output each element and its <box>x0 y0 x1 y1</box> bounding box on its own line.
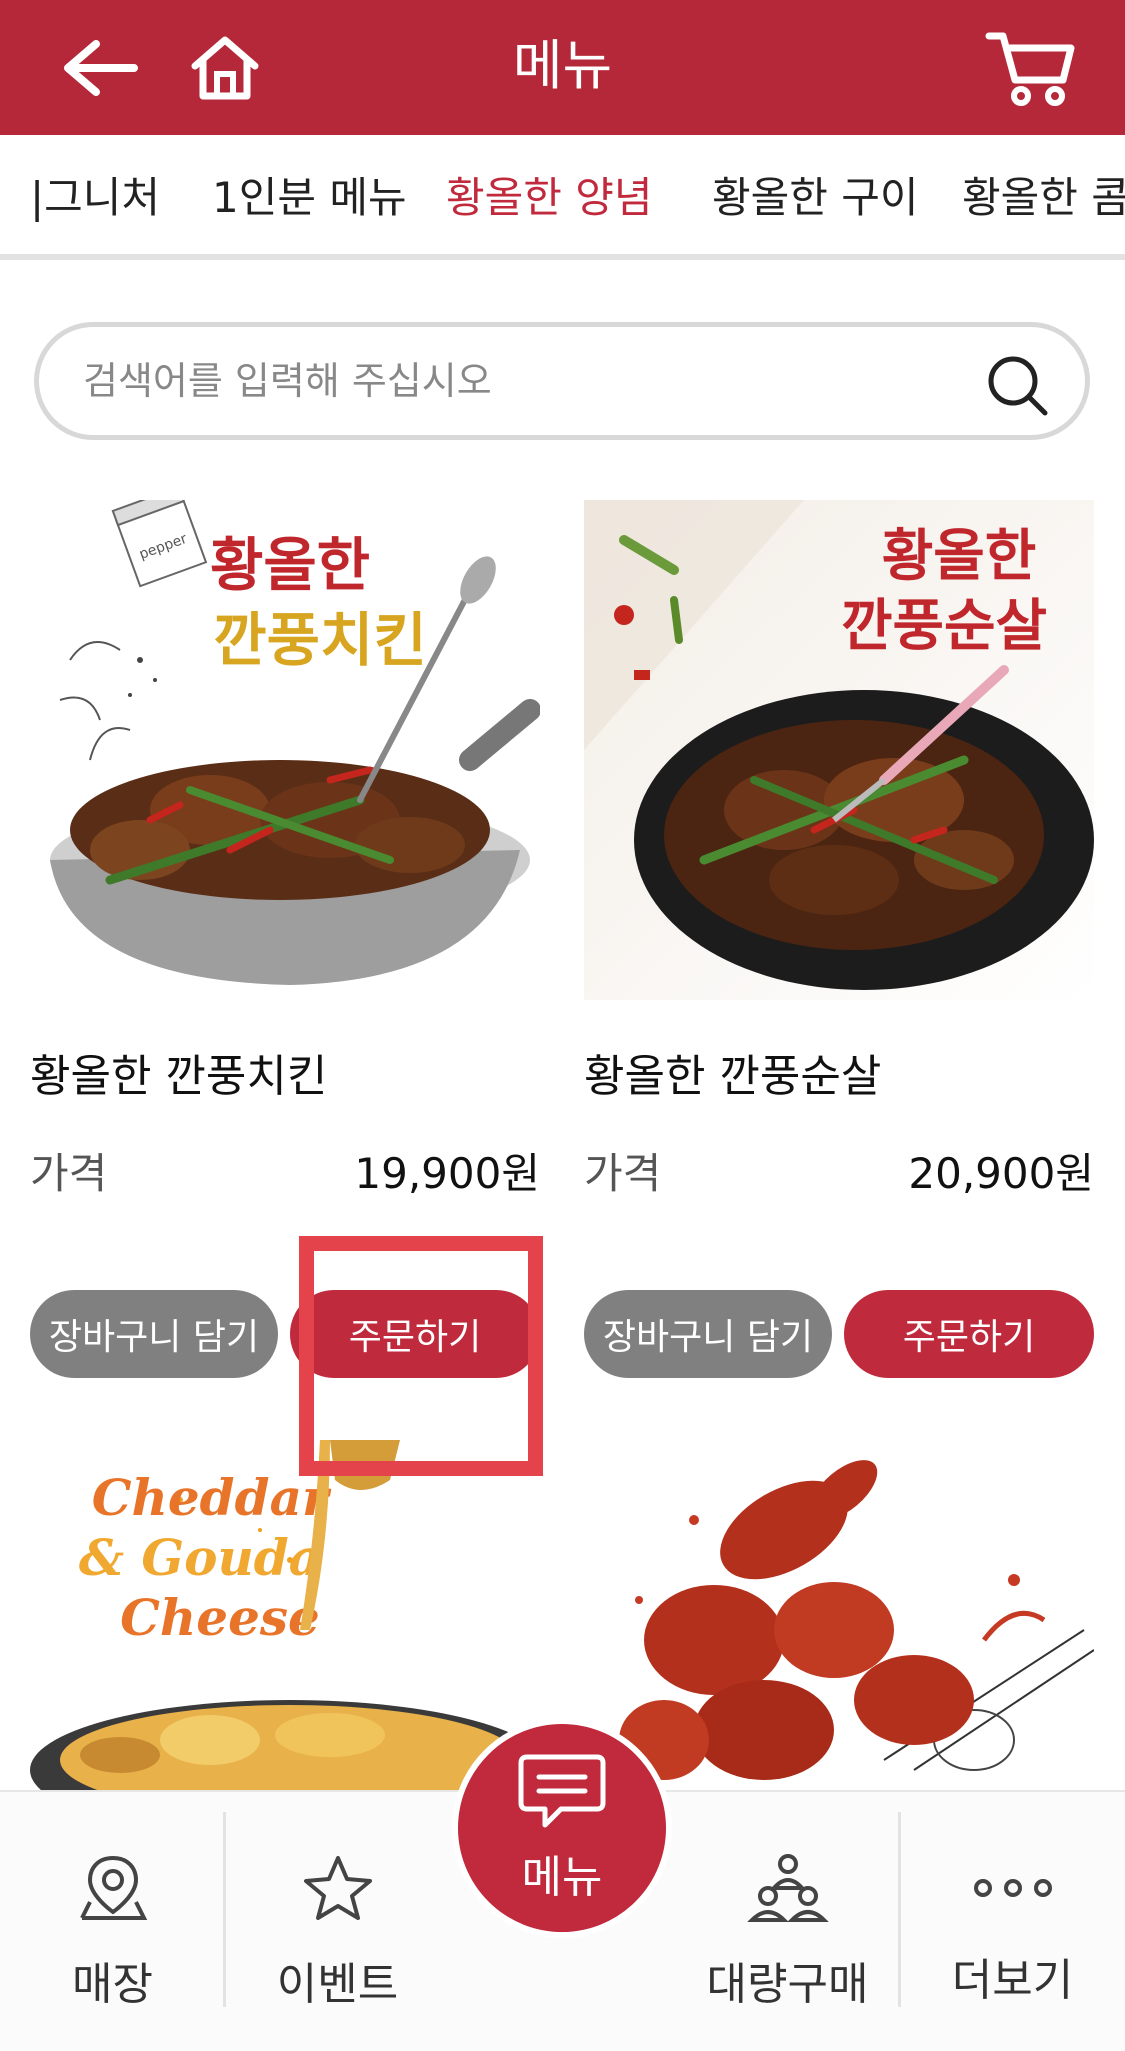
search-input[interactable] <box>83 327 963 435</box>
nav-item-menu[interactable]: 메뉴 <box>452 1718 672 1938</box>
nav-item-bulk-order[interactable]: 대량구매 <box>675 1792 900 2032</box>
product-name[interactable]: 황올한 깐풍치킨 <box>30 1040 327 1104</box>
star-icon <box>302 1852 374 1928</box>
nav-label: 매장 <box>72 1959 153 2010</box>
add-to-cart-button[interactable]: 장바구니 담기 <box>584 1290 832 1378</box>
image-title-red: 황올한 <box>882 524 1037 589</box>
product-image[interactable]: Cheddar & Gouda Cheese <box>30 1440 540 1790</box>
nav-item-store[interactable]: 매장 <box>0 1792 225 2032</box>
image-title-red: 황올한 <box>210 531 370 599</box>
product-image[interactable]: 황올한 깐풍순살 <box>584 500 1094 1000</box>
product-name[interactable]: 황올한 깐풍순살 <box>584 1040 881 1104</box>
image-title-gold: 깐풍치킨 <box>213 606 426 674</box>
image-title-line3: Cheese <box>120 1588 320 1647</box>
map-pin-icon <box>78 1852 148 1928</box>
chat-menu-icon <box>517 1751 607 1835</box>
price-value: 20,900원 <box>908 1149 1094 1198</box>
price-label: 가격 <box>584 1149 662 1198</box>
tab-signature[interactable]: |그니처 <box>30 135 160 254</box>
nav-label: 이벤트 <box>276 1959 399 2010</box>
search-bar <box>34 322 1090 440</box>
nav-label: 더보기 <box>951 1955 1074 2006</box>
product-card: 황올한 깐풍순살 황올한 깐풍순살 가격 20,900원 장바구니 담기 주문하… <box>584 500 1094 1380</box>
more-icon <box>971 1852 1055 1924</box>
tab-hwangol-yangnyeom[interactable]: 황올한 양념 <box>446 135 653 254</box>
search-icon[interactable] <box>985 353 1049 417</box>
group-icon <box>746 1852 830 1928</box>
tab-hwangol-gui[interactable]: 황올한 구이 <box>712 135 919 254</box>
image-title-line1: Cheddar <box>92 1468 332 1527</box>
image-title-line2: & Gouda <box>79 1528 321 1587</box>
image-title-gold: 깐풍순살 <box>841 594 1047 659</box>
tab-single-serving[interactable]: 1인분 메뉴 <box>212 135 407 254</box>
nav-label: 메뉴 <box>521 1852 603 1903</box>
page-title: 메뉴 <box>512 33 613 97</box>
product-card <box>584 1440 1094 1790</box>
tab-hwangol-combo[interactable]: 황올한 콤 <box>962 135 1125 254</box>
product-image[interactable] <box>584 1440 1094 1790</box>
order-button[interactable]: 주문하기 <box>844 1290 1094 1378</box>
product-image[interactable]: pepper 황올한 깐풍치킨 <box>30 500 540 1000</box>
price-label: 가격 <box>30 1149 108 1198</box>
app-header: 메뉴 <box>0 0 1125 135</box>
price-value: 19,900원 <box>354 1149 540 1198</box>
product-card: pepper 황올한 깐풍치킨 황올한 깐풍치킨 가격 19,900원 장바구니… <box>30 500 540 1380</box>
nav-item-more[interactable]: 더보기 <box>900 1792 1125 2032</box>
nav-item-event[interactable]: 이벤트 <box>225 1792 450 2032</box>
nav-label: 대량구매 <box>706 1959 869 2010</box>
category-tabs: |그니처 1인분 메뉴 황올한 양념 황올한 구이 황올한 콤 <box>0 135 1125 260</box>
product-card: Cheddar & Gouda Cheese <box>30 1440 540 1790</box>
cart-icon[interactable] <box>975 0 1085 135</box>
add-to-cart-button[interactable]: 장바구니 담기 <box>30 1290 278 1378</box>
order-button[interactable]: 주문하기 <box>290 1290 540 1378</box>
